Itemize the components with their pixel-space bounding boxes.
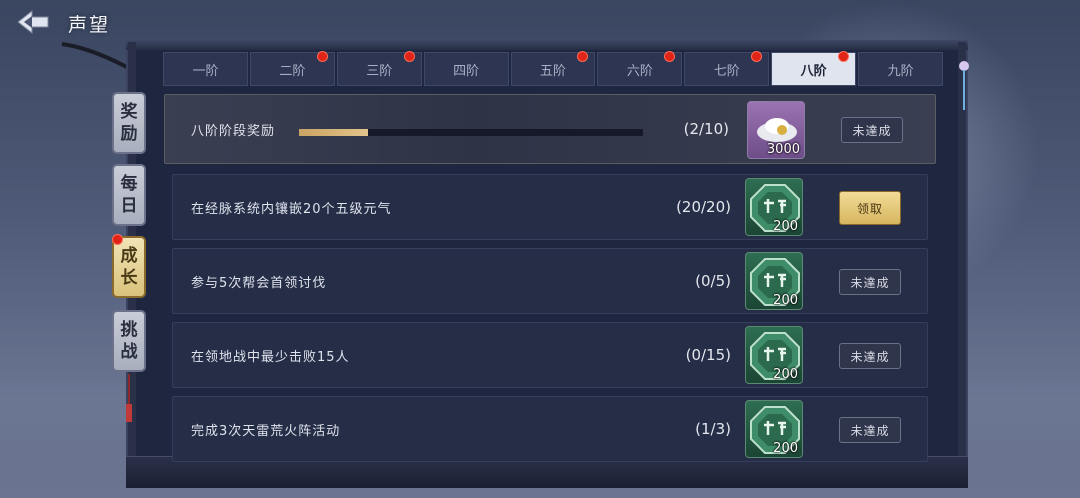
task-row: 完成3次天雷荒火阵活动 (1/3) 200 未達成 — [172, 396, 928, 462]
stage-reward-row: 八阶阶段奖励 (2/10) 3000 未達成 — [164, 94, 936, 164]
notification-dot — [838, 51, 850, 62]
notification-dot — [751, 51, 763, 62]
page-title: 声望 — [68, 14, 111, 36]
tab-grade-3[interactable]: 三阶 — [336, 51, 422, 86]
stage-progress-count: (2/10) — [683, 120, 729, 138]
tassel-decoration — [126, 374, 132, 422]
task-label: 在经脉系统内镶嵌20个五级元气 — [191, 201, 392, 217]
task-progress-count: (20/20) — [676, 198, 731, 216]
tab-grade-6[interactable]: 六阶 — [597, 51, 683, 86]
tab-grade-4[interactable]: 四阶 — [423, 52, 509, 86]
not-achieved-button[interactable]: 未達成 — [839, 417, 901, 443]
lantern-icon — [959, 61, 969, 110]
stage-reward-label: 八阶阶段奖励 — [191, 123, 276, 139]
grade-tab-bar: 一阶 二阶 三阶 四阶 五阶 六阶 七阶 八阶 九阶 — [163, 51, 944, 86]
back-button[interactable] — [16, 8, 50, 36]
tab-grade-5[interactable]: 五阶 — [510, 51, 596, 86]
tab-grade-9[interactable]: 九阶 — [858, 52, 944, 86]
task-progress-count: (0/5) — [695, 272, 731, 290]
task-progress-count: (1/3) — [695, 420, 731, 438]
reward-quantity: 3000 — [766, 142, 800, 157]
side-tab-rewards[interactable]: 奖励 — [112, 92, 146, 154]
reward-quantity: 200 — [773, 367, 798, 382]
notification-dot — [577, 51, 589, 62]
reputation-reward[interactable]: 200 — [745, 252, 803, 310]
panel-top-rail — [126, 40, 968, 50]
reward-quantity: 200 — [773, 219, 798, 234]
stage-progress-bar — [299, 129, 643, 136]
tab-grade-7[interactable]: 七阶 — [684, 51, 770, 86]
task-label: 参与5次帮会首领讨伐 — [191, 275, 327, 291]
notification-dot — [664, 51, 676, 62]
not-achieved-button[interactable]: 未達成 — [839, 269, 901, 295]
not-achieved-button[interactable]: 未達成 — [839, 343, 901, 369]
task-label: 完成3次天雷荒火阵活动 — [191, 423, 341, 439]
task-progress-count: (0/15) — [685, 346, 731, 364]
reward-quantity: 200 — [773, 293, 798, 308]
tab-grade-8[interactable]: 八阶 — [771, 51, 857, 86]
notification-dot — [112, 234, 123, 245]
not-achieved-button[interactable]: 未達成 — [841, 117, 903, 143]
tab-grade-1[interactable]: 一阶 — [163, 52, 248, 86]
reputation-reward[interactable]: 200 — [745, 326, 803, 384]
task-row: 在经脉系统内镶嵌20个五级元气 (20/20) 200 领取 — [172, 174, 928, 240]
claim-button[interactable]: 领取 — [839, 191, 901, 225]
task-row: 参与5次帮会首领讨伐 (0/5) 200 未達成 — [172, 248, 928, 314]
back-arrow-icon — [17, 9, 49, 35]
side-tab-daily[interactable]: 每日 — [112, 164, 146, 226]
task-label: 在领地战中最少击败15人 — [191, 349, 350, 365]
header: 声望 — [10, 4, 120, 40]
reputation-reward[interactable]: 200 — [745, 400, 803, 458]
reputation-reward[interactable]: 200 — [745, 178, 803, 236]
side-tab-growth[interactable]: 成长 — [112, 234, 146, 298]
notification-dot — [403, 51, 415, 62]
side-tab-challenge[interactable]: 挑战 — [112, 310, 146, 372]
task-row: 在领地战中最少击败15人 (0/15) 200 未達成 — [172, 322, 928, 388]
reward-quantity: 200 — [773, 441, 798, 456]
silver-ingot-reward[interactable]: 3000 — [747, 101, 805, 159]
tab-grade-2[interactable]: 二阶 — [249, 51, 335, 86]
stage-progress-fill — [299, 129, 368, 136]
notification-dot — [316, 51, 328, 62]
